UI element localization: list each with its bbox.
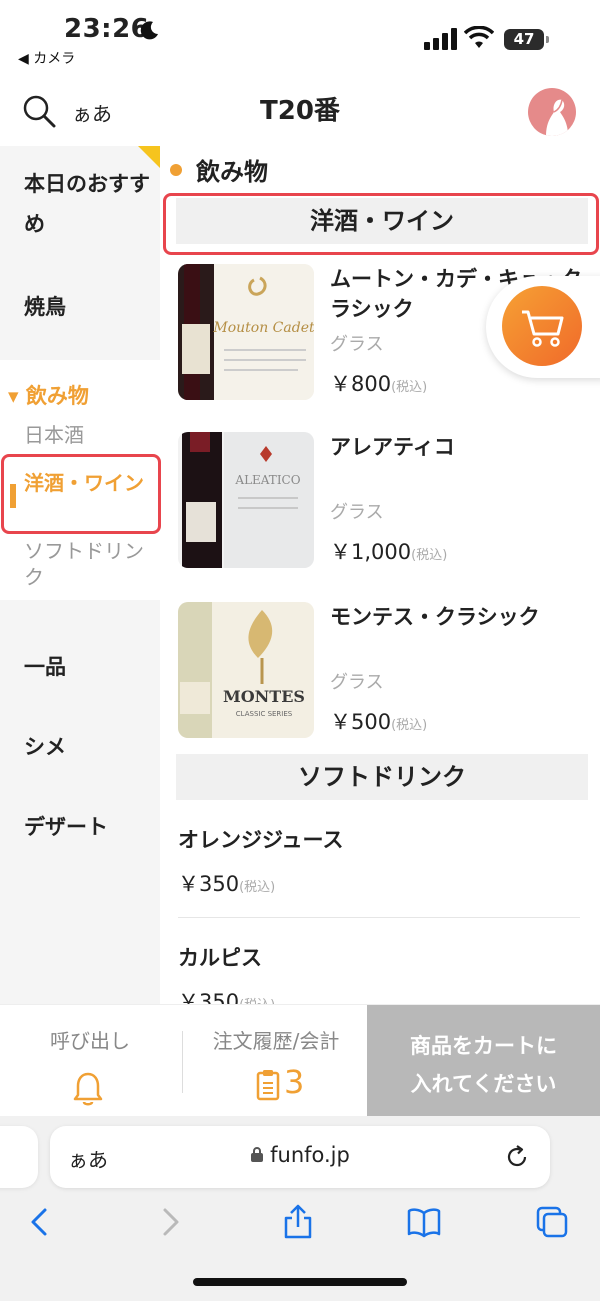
floating-cart-button[interactable] <box>486 276 600 378</box>
call-staff-button[interactable]: 呼び出し <box>0 1005 180 1117</box>
product-name: モンテス・クラシック <box>330 605 540 629</box>
highlight-box-sidebar <box>1 454 161 534</box>
menu-content: 飲み物 洋酒・ワイン Mouton Cadet ムートン・カデ・キュ・クラシック… <box>160 146 600 1006</box>
product-image-aleatico: ALEATICO <box>178 432 314 568</box>
price-value: ￥350 <box>178 872 240 896</box>
cart-circle <box>502 286 582 366</box>
cart-prompt-line1: 商品をカートに <box>410 1034 557 1058</box>
status-bar: 23:26 ◀ カメラ 47 <box>0 0 600 70</box>
product-image-montes: MONTES CLASSIC SERIES <box>178 602 314 738</box>
app-header: ぁあ T20番 <box>0 70 600 146</box>
url-host-text: funfo.jp <box>270 1143 350 1167</box>
product-row[interactable]: オレンジジュース ￥350(税込) <box>178 824 580 898</box>
montes-label-text: MONTES <box>223 687 305 706</box>
sidebar-group-drinks[interactable]: ▾ 飲み物 <box>8 380 89 410</box>
sidebar-subitem-softdrink[interactable]: ソフトドリンク <box>24 538 148 590</box>
browser-toolbar: ぁあ funfo.jp <box>0 1116 600 1301</box>
clipboard-icon <box>256 1070 280 1101</box>
tabs-icon[interactable] <box>534 1204 570 1240</box>
sidebar-item-yakitori[interactable]: 焼鳥 <box>0 286 160 328</box>
table-title: T20番 <box>260 96 340 126</box>
mouton-label-text: Mouton Cadet <box>212 320 314 336</box>
row-divider <box>178 917 580 918</box>
product-size: グラス <box>330 334 384 355</box>
battery-indicator: 47 <box>504 29 549 50</box>
price-value: ￥1,000 <box>330 540 412 564</box>
bell-icon <box>73 1072 103 1106</box>
tax-label: (税込) <box>391 380 428 395</box>
product-price: ￥800(税込) <box>330 368 427 398</box>
product-card[interactable]: MONTES CLASSIC SERIES モンテス・クラシック グラス ￥50… <box>178 602 588 738</box>
call-staff-label: 呼び出し <box>50 1029 130 1053</box>
url-host: funfo.jp <box>50 1143 550 1167</box>
lock-icon <box>251 1147 264 1162</box>
sidebar-item-recommend[interactable]: 本日のおすすめ <box>0 164 160 244</box>
cart-prompt-line2: 入れてください <box>410 1072 557 1096</box>
section-header-softdrink: ソフトドリンク <box>176 754 588 800</box>
status-time: 23:26 <box>64 14 150 44</box>
category-heading-label: 飲み物 <box>196 158 268 186</box>
back-to-camera-link[interactable]: ◀ カメラ <box>18 48 75 68</box>
product-price: ￥1,000(税込) <box>330 536 447 566</box>
price-value: ￥500 <box>330 710 392 734</box>
product-card[interactable]: ALEATICO アレアティコ グラス ￥1,000(税込) <box>178 432 588 568</box>
product-image-mouton: Mouton Cadet <box>178 264 314 400</box>
product-price: ￥350(税込) <box>178 986 580 1006</box>
action-divider <box>182 1031 183 1093</box>
reload-icon[interactable] <box>504 1144 530 1170</box>
sidebar-item-dessert[interactable]: デザート <box>0 806 160 848</box>
highlight-box-section <box>163 193 599 255</box>
previous-tab-preview[interactable] <box>0 1126 38 1188</box>
product-row[interactable]: カルピス ￥350(税込) <box>178 942 580 1006</box>
share-icon[interactable] <box>280 1204 316 1240</box>
aleatico-label-text: ALEATICO <box>234 473 300 487</box>
add-to-cart-prompt-button[interactable]: 商品をカートに 入れてください <box>367 1005 600 1117</box>
wifi-icon <box>464 26 494 48</box>
home-indicator <box>193 1278 407 1286</box>
sidebar-item-ippin[interactable]: 一品 <box>0 646 160 688</box>
tax-label: (税込) <box>391 718 428 733</box>
product-price: ￥500(税込) <box>330 706 427 736</box>
category-heading: 飲み物 <box>170 152 268 187</box>
sidebar-subitem-sake[interactable]: 日本酒 <box>24 422 148 448</box>
montes-sub-label-text: CLASSIC SERIES <box>236 710 293 718</box>
product-name: アレアティコ <box>330 435 455 459</box>
avatar-icon <box>546 99 568 136</box>
bottom-action-bar: 呼び出し 注文履歴/会計 3 商品をカートに 入れてください <box>0 1004 600 1117</box>
product-name: カルピス <box>178 946 262 970</box>
product-size: グラス <box>330 502 384 523</box>
forward-icon[interactable] <box>152 1204 188 1240</box>
category-dot <box>170 164 182 176</box>
product-price: ￥350(税込) <box>178 868 580 898</box>
cart-icon <box>522 310 564 347</box>
price-value: ￥800 <box>330 372 392 396</box>
order-history-button[interactable]: 注文履歴/会計 3 <box>186 1005 366 1117</box>
order-count: 3 <box>284 1063 305 1101</box>
sidebar-item-shime[interactable]: シメ <box>0 726 160 768</box>
address-bar[interactable]: ぁあ funfo.jp <box>50 1126 550 1188</box>
order-history-label: 注文履歴/会計 <box>212 1029 340 1053</box>
tax-label: (税込) <box>239 880 276 895</box>
avatar[interactable] <box>528 88 576 136</box>
product-size: グラス <box>330 672 384 693</box>
new-corner-badge <box>138 146 160 168</box>
bookmarks-icon[interactable] <box>406 1204 442 1240</box>
back-icon[interactable] <box>22 1204 58 1240</box>
cellular-signal-icon <box>424 28 457 50</box>
product-name: オレンジジュース <box>178 828 344 852</box>
tax-label: (税込) <box>411 548 448 563</box>
moon-icon <box>140 21 158 40</box>
